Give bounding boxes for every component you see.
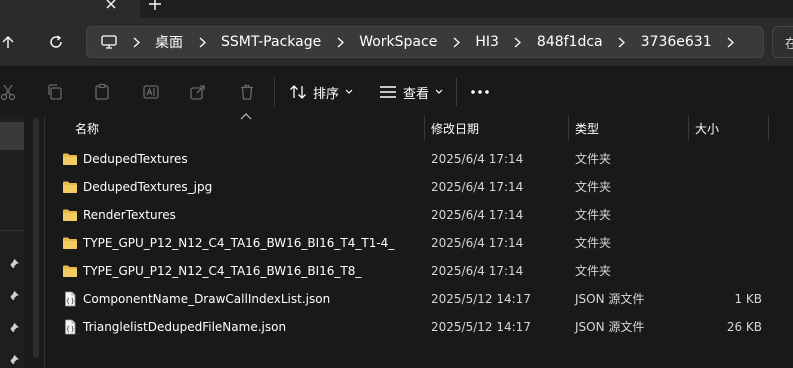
- breadcrumb-item-3736e631[interactable]: 3736e631: [635, 34, 718, 50]
- file-size: 26 KB: [726, 320, 762, 334]
- chevron-right-icon[interactable]: [327, 27, 353, 57]
- file-row[interactable]: RenderTextures 2025/6/4 17:14 文件夹: [58, 201, 778, 229]
- new-tab-button[interactable]: [145, 0, 165, 14]
- file-type: 文件夹: [575, 236, 612, 250]
- toolbar-divider: [456, 78, 457, 106]
- column-divider[interactable]: [768, 116, 769, 140]
- column-divider[interactable]: [568, 116, 569, 140]
- pin-icon[interactable]: [8, 258, 22, 272]
- folder-icon: [63, 153, 77, 165]
- json-file-icon: [65, 319, 76, 335]
- toolbar-divider: [274, 78, 275, 106]
- navigation-pane-divider: [0, 230, 24, 231]
- column-header-type[interactable]: 类型: [575, 116, 599, 140]
- breadcrumb-item-848f1dca[interactable]: 848f1dca: [531, 34, 609, 50]
- file-type: 文件夹: [575, 264, 612, 278]
- folder-icon: [63, 237, 77, 249]
- file-modified: 2025/6/4 17:14: [431, 264, 524, 278]
- cut-icon[interactable]: [0, 80, 20, 104]
- pin-icon[interactable]: [8, 354, 22, 368]
- rename-icon[interactable]: [139, 80, 163, 104]
- refresh-button[interactable]: [42, 28, 70, 56]
- file-type: 文件夹: [575, 180, 612, 194]
- chevron-right-icon[interactable]: [443, 27, 469, 57]
- pin-icon[interactable]: [8, 290, 22, 304]
- file-row[interactable]: TYPE_GPU_P12_N12_C4_TA16_BW16_BI16_T4_T1…: [58, 229, 778, 257]
- arrow-up-icon: [2, 36, 14, 48]
- search-text: 在: [785, 37, 793, 52]
- folder-icon: [63, 209, 77, 221]
- column-header-modified[interactable]: 修改日期: [431, 116, 479, 140]
- paste-icon[interactable]: [90, 80, 114, 104]
- address-bar[interactable]: 桌面 SSMT-Package WorkSpace HI3 848f1dca 3…: [86, 26, 764, 58]
- file-modified: 2025/5/12 14:17: [431, 320, 531, 334]
- folder-icon: [63, 265, 77, 277]
- file-modified: 2025/6/4 17:14: [431, 236, 524, 250]
- more-icon: [471, 90, 489, 94]
- file-type: JSON 源文件: [575, 320, 645, 334]
- file-name: TrianglelistDedupedFileName.json: [83, 320, 287, 334]
- sort-ascending-icon: [240, 113, 252, 120]
- this-pc-icon[interactable]: [95, 27, 123, 57]
- file-row[interactable]: DedupedTextures_jpg 2025/6/4 17:14 文件夹: [58, 173, 778, 201]
- file-name: DedupedTextures_jpg: [83, 180, 213, 194]
- file-size: 1 KB: [734, 292, 762, 306]
- chevron-right-icon[interactable]: [505, 27, 531, 57]
- file-modified: 2025/6/4 17:14: [431, 208, 524, 222]
- column-divider[interactable]: [424, 116, 425, 140]
- breadcrumb-item-desktop[interactable]: 桌面: [149, 32, 189, 52]
- more-options-button[interactable]: [470, 78, 490, 106]
- breadcrumb-item-hi3[interactable]: HI3: [469, 34, 505, 50]
- close-icon: [106, 0, 116, 9]
- sort-label: 排序: [313, 86, 340, 102]
- file-name: TYPE_GPU_P12_N12_C4_TA16_BW16_BI16_T4_T1…: [83, 236, 395, 250]
- file-name: ComponentName_DrawCallIndexList.json: [83, 292, 331, 306]
- share-icon[interactable]: [186, 80, 210, 104]
- close-tab-button[interactable]: [101, 0, 121, 14]
- file-modified: 2025/6/4 17:14: [431, 180, 524, 194]
- column-header-name[interactable]: 名称: [75, 116, 99, 140]
- file-type: JSON 源文件: [575, 292, 645, 306]
- column-divider[interactable]: [688, 116, 689, 140]
- view-label: 查看: [403, 86, 430, 102]
- file-row[interactable]: ComponentName_DrawCallIndexList.json 202…: [58, 285, 778, 313]
- column-header-size[interactable]: 大小: [695, 116, 719, 140]
- copy-icon[interactable]: [43, 80, 67, 104]
- file-row[interactable]: DedupedTextures 2025/6/4 17:14 文件夹: [58, 145, 778, 173]
- scrollbar-thumb[interactable]: [33, 118, 39, 358]
- breadcrumb: 桌面 SSMT-Package WorkSpace HI3 848f1dca 3…: [87, 27, 744, 57]
- chevron-right-icon[interactable]: [609, 27, 635, 57]
- search-input[interactable]: 在: [772, 26, 793, 58]
- file-modified: 2025/6/4 17:14: [431, 152, 524, 166]
- file-name: TYPE_GPU_P12_N12_C4_TA16_BW16_BI16_T8_: [83, 264, 362, 278]
- file-modified: 2025/5/12 14:17: [431, 292, 531, 306]
- chevron-right-icon[interactable]: [123, 27, 149, 57]
- chevron-right-icon[interactable]: [718, 27, 744, 57]
- view-button[interactable]: 查看: [379, 78, 443, 106]
- file-row[interactable]: TrianglelistDedupedFileName.json 2025/5/…: [58, 313, 778, 341]
- file-type: 文件夹: [575, 208, 612, 222]
- navigation-pane-selected-item[interactable]: [0, 122, 24, 150]
- json-file-icon: [65, 291, 76, 307]
- pin-icon[interactable]: [8, 322, 22, 336]
- file-type: 文件夹: [575, 152, 612, 166]
- up-button[interactable]: [0, 28, 22, 56]
- delete-icon[interactable]: [235, 80, 259, 104]
- file-row[interactable]: TYPE_GPU_P12_N12_C4_TA16_BW16_BI16_T8_ 2…: [58, 257, 778, 285]
- chevron-right-icon[interactable]: [189, 27, 215, 57]
- chevron-down-icon: [435, 89, 443, 94]
- breadcrumb-item-workspace[interactable]: WorkSpace: [353, 34, 443, 50]
- view-list-icon: [380, 86, 396, 98]
- chevron-down-icon: [345, 89, 353, 94]
- folder-icon: [63, 181, 77, 193]
- plus-icon: [149, 0, 161, 10]
- refresh-icon: [50, 35, 62, 48]
- sort-icon: [290, 85, 306, 99]
- sort-button[interactable]: 排序: [289, 78, 353, 106]
- file-name: DedupedTextures: [83, 152, 188, 166]
- file-name: RenderTextures: [83, 208, 176, 222]
- breadcrumb-item-ssmt-package[interactable]: SSMT-Package: [215, 34, 327, 50]
- pane-divider: [44, 116, 45, 368]
